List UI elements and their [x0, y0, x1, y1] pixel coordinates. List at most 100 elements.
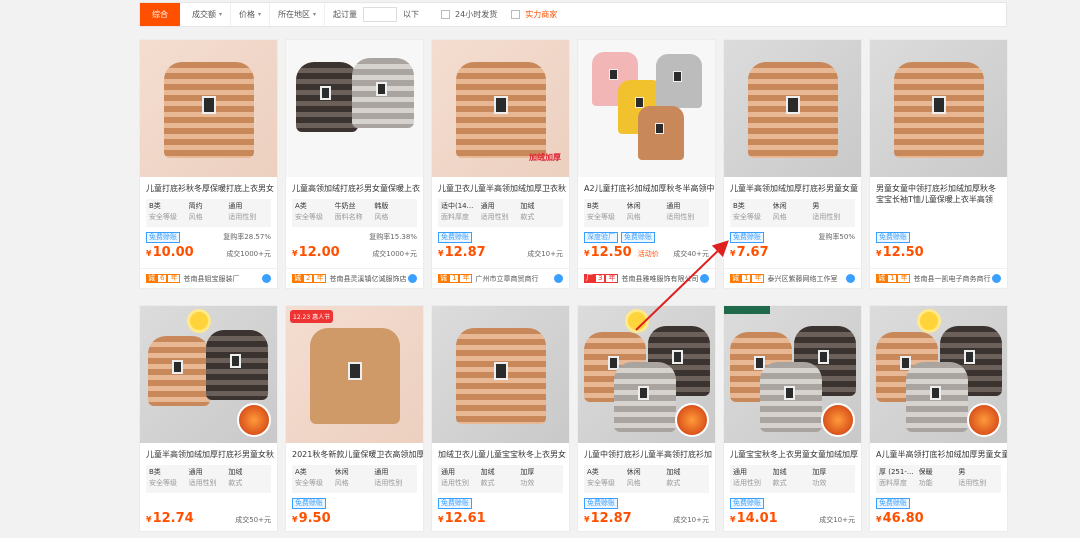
image-overlay-text: 加绒加厚: [529, 153, 561, 162]
attribute-list: B类 安全等级 休闲 风格 通用 适用性别: [584, 199, 709, 227]
chat-icon[interactable]: [700, 274, 709, 283]
caret-down-icon: ▾: [313, 11, 317, 18]
product-title[interactable]: 儿童中领打底衫儿童半高领打底衫加: [578, 443, 715, 463]
attr-key: 款式: [772, 479, 787, 487]
attr-key: 风格: [626, 213, 641, 221]
product-image[interactable]: 加绒加厚: [432, 40, 569, 177]
shop-row[interactable]: 诚 2 年苍南县灵溪镇亿诚服饰店: [286, 268, 423, 288]
years-badge: 诚1年: [438, 274, 473, 283]
product-card[interactable]: 儿童半高领加绒加厚打底衫男童女童 B类 安全等级 休闲 风格 男适用性别 免费赊账 复…: [723, 39, 862, 289]
sort-comprehensive[interactable]: 综合: [140, 3, 180, 26]
service-tag: 免费赊账: [584, 497, 618, 509]
shop-row[interactable]: 诚 1 年广州市立章商贸商行: [432, 268, 569, 288]
sort-price[interactable]: 价格 ▾: [231, 3, 271, 26]
attr-value: 加绒: [520, 202, 535, 210]
attr-value: 通用: [441, 468, 455, 476]
chat-icon[interactable]: [554, 274, 563, 283]
attr-value: 加厚: [520, 468, 535, 476]
product-image[interactable]: [140, 306, 277, 443]
product-title[interactable]: 儿童半高领加绒加厚打底衫男童女童: [724, 177, 861, 197]
product-image[interactable]: [724, 40, 861, 177]
warm-badge-icon: [675, 403, 709, 437]
chat-icon[interactable]: [408, 274, 417, 283]
product-card[interactable]: 儿童宝宝秋冬上衣男童女童加绒加厚 通用 适用性别 加绒 款式 加厚 功效 免费赊账 ¥…: [723, 305, 862, 532]
checkbox-24h-shipping[interactable]: 24小时发货: [441, 9, 497, 20]
product-image[interactable]: [870, 306, 1007, 443]
service-tag: 免费赊账: [146, 231, 180, 243]
product-image[interactable]: [432, 306, 569, 443]
shop-name[interactable]: 泰兴区紫藤网络工作室: [767, 274, 846, 284]
repurchase-rate: 复购率28.57%: [223, 233, 271, 241]
shop-row[interactable]: 诚 6 年苍南县姐宝服装厂: [140, 268, 277, 288]
sun-icon: [628, 312, 646, 330]
product-image[interactable]: [286, 40, 423, 177]
product-card[interactable]: 儿童高领加绒打底衫男女童保暖上衣 A类 安全等级 牛奶丝 面料名称 韩版 风格 复购率…: [285, 39, 424, 289]
product-image[interactable]: 12.23 惠人节: [286, 306, 423, 443]
years-badge: 厂3年: [584, 274, 619, 283]
product-card[interactable]: 男童女童中领打底衫加绒加厚秋冬宝宝长袖T恤儿童保暖上衣半高领 免费赊账 ¥12.…: [869, 39, 1008, 289]
attr-value: 加绒: [772, 468, 787, 476]
shop-name[interactable]: 苍南县姐宝服装厂: [183, 274, 262, 284]
shop-row[interactable]: 厂 3 年苍南县雅唯服饰有限公司: [578, 268, 715, 288]
chat-icon[interactable]: [992, 274, 1001, 283]
filter-region[interactable]: 所在地区 ▾: [270, 3, 326, 26]
attr-key: 功效: [520, 479, 535, 487]
service-tag: 免费赊账: [876, 231, 910, 243]
attr-value: 简约: [188, 202, 203, 210]
attribute-list: 通用 适用性别 加绒 款式 加厚 功效: [438, 465, 563, 493]
shop-name[interactable]: 苍南县一凯电子商务商行: [913, 274, 992, 284]
deal-volume: 成交50+元: [235, 516, 271, 524]
attr-key: 风格: [374, 213, 389, 221]
attr-key: 款式: [228, 479, 243, 487]
sort-turnover[interactable]: 成交额 ▾: [184, 3, 232, 26]
product-title[interactable]: 儿童宝宝秋冬上衣男童女童加绒加厚: [724, 443, 861, 463]
shop-row[interactable]: 诚 1 年泰兴区紫藤网络工作室: [724, 268, 861, 288]
checkbox-strong-merchant[interactable]: 实力商家: [511, 9, 557, 20]
product-title[interactable]: 儿童打底衫秋冬厚保暖打底上衣男女: [140, 177, 277, 197]
years-badge: 诚1年: [730, 274, 765, 283]
shop-row[interactable]: 诚 1 年苍南县一凯电子商务商行: [870, 268, 1007, 288]
attribute-list: B类 安全等级 简约 风格 通用 适用性别: [146, 199, 271, 227]
attr-value: 通用: [733, 468, 747, 476]
chat-icon[interactable]: [846, 274, 855, 283]
product-card[interactable]: 加绒卫衣儿童儿童宝宝秋冬上衣男女 通用 适用性别 加绒 款式 加厚 功效 免费赊账 ¥…: [431, 305, 570, 532]
product-card[interactable]: A儿童半高领打底衫加绒加厚男童女童 厚 (251-... 面料厚度 保暖 功能 男适…: [869, 305, 1008, 532]
shop-name[interactable]: 苍南县雅唯服饰有限公司: [621, 274, 700, 284]
product-image[interactable]: [870, 40, 1007, 177]
promo-badge: 12.23 惠人节: [290, 310, 334, 323]
product-card[interactable]: 12.23 惠人节 2021秋冬新款儿童保暖卫衣高领加厚 A类 安全等级 休闲 风格…: [285, 305, 424, 532]
product-title[interactable]: A儿童半高领打底衫加绒加厚男童女童: [870, 443, 1007, 463]
attr-value: 加厚: [812, 468, 827, 476]
product-card[interactable]: 儿童打底衫秋冬厚保暖打底上衣男女 B类 安全等级 简约 风格 通用 适用性别 免费赊账…: [139, 39, 278, 289]
attr-key: 面料厚度: [441, 213, 469, 221]
product-image[interactable]: [140, 40, 277, 177]
product-title[interactable]: 男童女童中领打底衫加绒加厚秋冬宝宝长袖T恤儿童保暖上衣半高领: [870, 177, 1007, 227]
product-title[interactable]: 2021秋冬新款儿童保暖卫衣高领加厚: [286, 443, 423, 463]
shop-name[interactable]: 苍南县灵溪镇亿诚服饰店: [329, 274, 408, 284]
product-card[interactable]: 加绒加厚 儿童卫衣儿童半高领加绒加厚卫衣秋 适中(14... 面料厚度 通用 适用性…: [431, 39, 570, 289]
service-tag: 免费赊账: [438, 231, 472, 243]
product-title[interactable]: 加绒卫衣儿童儿童宝宝秋冬上衣男女: [432, 443, 569, 463]
product-card[interactable]: 儿童半高领加绒加厚打底衫男童女秋 B类 安全等级 通用 适用性别 加绒 款式 ¥12.…: [139, 305, 278, 532]
product-card[interactable]: A2儿童打底衫加绒加厚秋冬半高领中 B类 安全等级 休闲 风格 通用 适用性别 深度验…: [577, 39, 716, 289]
product-title[interactable]: 儿童半高领加绒加厚打底衫男童女秋: [140, 443, 277, 463]
product-title[interactable]: 儿童高领加绒打底衫男女童保暖上衣: [286, 177, 423, 197]
repurchase-rate: 复购率50%: [818, 233, 855, 241]
product-image[interactable]: [724, 306, 861, 443]
moq-input[interactable]: [363, 7, 398, 22]
attr-value: 休闲: [334, 468, 349, 476]
price: ¥12.50: [584, 245, 632, 260]
product-card[interactable]: 儿童中领打底衫儿童半高领打底衫加 A类 安全等级 休闲 风格 加绒 款式 免费赊账 ¥…: [577, 305, 716, 532]
chat-icon[interactable]: [262, 274, 271, 283]
attr-key: 安全等级: [149, 213, 177, 221]
attr-value: 休闲: [626, 468, 641, 476]
attr-key: 风格: [188, 213, 203, 221]
product-title[interactable]: 儿童卫衣儿童半高领加绒加厚卫衣秋: [432, 177, 569, 197]
product-title[interactable]: A2儿童打底衫加绒加厚秋冬半高领中: [578, 177, 715, 197]
shop-name[interactable]: 广州市立章商贸商行: [475, 274, 554, 284]
service-tag: 免费赊账: [730, 497, 764, 509]
product-image[interactable]: [578, 306, 715, 443]
sun-icon: [190, 312, 208, 330]
attr-key: 适用性别: [480, 213, 509, 221]
product-image[interactable]: [578, 40, 715, 177]
